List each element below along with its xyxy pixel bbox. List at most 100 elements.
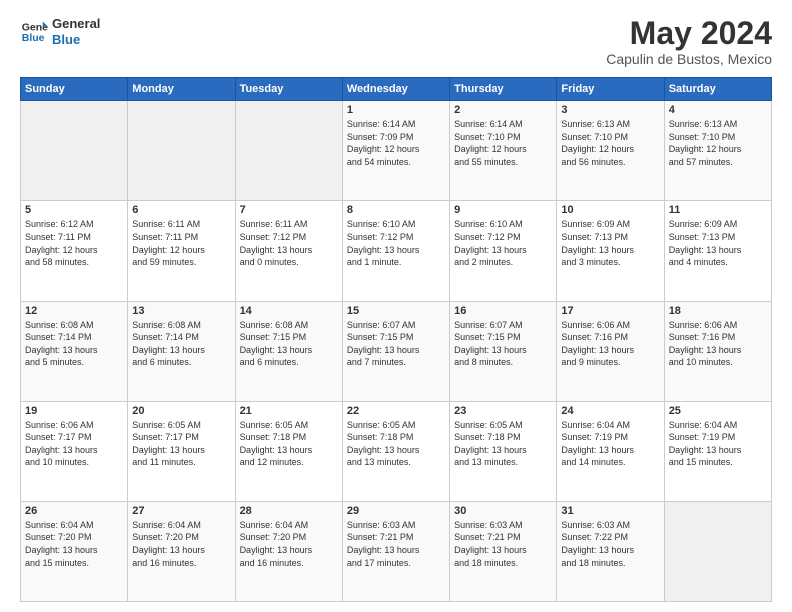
day-number: 17 (561, 305, 659, 317)
day-info: Sunrise: 6:12 AM Sunset: 7:11 PM Dayligh… (25, 218, 123, 268)
day-cell: 31 Sunrise: 6:03 AM Sunset: 7:22 PM Dayli… (557, 501, 664, 601)
day-number: 18 (669, 305, 767, 317)
day-number: 26 (25, 505, 123, 517)
day-cell: 4Sunrise: 6:13 AM Sunset: 7:10 PM Daylig… (664, 101, 771, 201)
day-cell: 10 Sunrise: 6:09 AM Sunset: 7:13 PM Dayli… (557, 201, 664, 301)
day-info: Sunrise: 6:13 AM Sunset: 7:10 PM Dayligh… (561, 118, 659, 168)
day-number: 24 (561, 405, 659, 417)
day-info: Sunrise: 6:10 AM Sunset: 7:12 PM Dayligh… (347, 218, 445, 268)
day-info: Sunrise: 6:06 AM Sunset: 7:16 PM Dayligh… (561, 319, 659, 369)
day-info: Sunrise: 6:04 AM Sunset: 7:20 PM Dayligh… (240, 519, 338, 569)
logo-general: General (52, 16, 100, 32)
day-number: 14 (240, 305, 338, 317)
day-info: Sunrise: 6:03 AM Sunset: 7:21 PM Dayligh… (454, 519, 552, 569)
day-cell: 24Sunrise: 6:04 AM Sunset: 7:19 PM Dayli… (557, 401, 664, 501)
day-number: 7 (240, 204, 338, 216)
page: General Blue General Blue May 2024 Capul… (0, 0, 792, 612)
header-day-tuesday: Tuesday (235, 78, 342, 101)
day-number: 10 (561, 204, 659, 216)
day-number: 13 (132, 305, 230, 317)
day-info: Sunrise: 6:11 AM Sunset: 7:12 PM Dayligh… (240, 218, 338, 268)
day-cell: 18 Sunrise: 6:06 AM Sunset: 7:16 PM Dayli… (664, 301, 771, 401)
day-number: 6 (132, 204, 230, 216)
day-info: Sunrise: 6:03 AM Sunset: 7:21 PM Dayligh… (347, 519, 445, 569)
day-cell: 16Sunrise: 6:07 AM Sunset: 7:15 PM Dayli… (450, 301, 557, 401)
day-number: 2 (454, 104, 552, 116)
day-cell (235, 101, 342, 201)
day-cell: 28 Sunrise: 6:04 AM Sunset: 7:20 PM Dayli… (235, 501, 342, 601)
day-info: Sunrise: 6:08 AM Sunset: 7:14 PM Dayligh… (25, 319, 123, 369)
day-number: 9 (454, 204, 552, 216)
main-title: May 2024 (606, 16, 772, 51)
header-day-thursday: Thursday (450, 78, 557, 101)
day-cell: 29 Sunrise: 6:03 AM Sunset: 7:21 PM Dayli… (342, 501, 449, 601)
svg-text:Blue: Blue (22, 31, 45, 43)
day-cell: 23Sunrise: 6:05 AM Sunset: 7:18 PM Dayli… (450, 401, 557, 501)
title-area: May 2024 Capulin de Bustos, Mexico (606, 16, 772, 67)
day-number: 5 (25, 204, 123, 216)
day-number: 30 (454, 505, 552, 517)
day-info: Sunrise: 6:05 AM Sunset: 7:18 PM Dayligh… (347, 419, 445, 469)
day-number: 1 (347, 104, 445, 116)
day-info: Sunrise: 6:10 AM Sunset: 7:12 PM Dayligh… (454, 218, 552, 268)
day-number: 27 (132, 505, 230, 517)
day-cell: 15 Sunrise: 6:07 AM Sunset: 7:15 PM Dayli… (342, 301, 449, 401)
day-number: 22 (347, 405, 445, 417)
day-number: 31 (561, 505, 659, 517)
day-number: 19 (25, 405, 123, 417)
day-cell: 30 Sunrise: 6:03 AM Sunset: 7:21 PM Dayli… (450, 501, 557, 601)
day-info: Sunrise: 6:07 AM Sunset: 7:15 PM Dayligh… (347, 319, 445, 369)
day-cell: 20 Sunrise: 6:05 AM Sunset: 7:17 PM Dayli… (128, 401, 235, 501)
calendar-table: SundayMondayTuesdayWednesdayThursdayFrid… (20, 77, 772, 602)
day-cell: 14 Sunrise: 6:08 AM Sunset: 7:15 PM Dayli… (235, 301, 342, 401)
day-info: Sunrise: 6:09 AM Sunset: 7:13 PM Dayligh… (669, 218, 767, 268)
day-info: Sunrise: 6:04 AM Sunset: 7:20 PM Dayligh… (25, 519, 123, 569)
header: General Blue General Blue May 2024 Capul… (20, 16, 772, 67)
day-cell: 6Sunrise: 6:11 AM Sunset: 7:11 PM Daylig… (128, 201, 235, 301)
day-number: 28 (240, 505, 338, 517)
week-row-3: 12 Sunrise: 6:08 AM Sunset: 7:14 PM Dayli… (21, 301, 772, 401)
week-row-1: 1Sunrise: 6:14 AM Sunset: 7:09 PM Daylig… (21, 101, 772, 201)
day-number: 15 (347, 305, 445, 317)
day-number: 8 (347, 204, 445, 216)
week-row-2: 5 Sunrise: 6:12 AM Sunset: 7:11 PM Daylig… (21, 201, 772, 301)
day-info: Sunrise: 6:06 AM Sunset: 7:16 PM Dayligh… (669, 319, 767, 369)
header-day-monday: Monday (128, 78, 235, 101)
day-cell: 13Sunrise: 6:08 AM Sunset: 7:14 PM Dayli… (128, 301, 235, 401)
header-day-friday: Friday (557, 78, 664, 101)
day-cell (664, 501, 771, 601)
day-cell: 27Sunrise: 6:04 AM Sunset: 7:20 PM Dayli… (128, 501, 235, 601)
day-cell: 1Sunrise: 6:14 AM Sunset: 7:09 PM Daylig… (342, 101, 449, 201)
day-cell (128, 101, 235, 201)
day-info: Sunrise: 6:07 AM Sunset: 7:15 PM Dayligh… (454, 319, 552, 369)
logo: General Blue General Blue (20, 16, 100, 47)
day-number: 23 (454, 405, 552, 417)
day-number: 11 (669, 204, 767, 216)
day-cell: 25Sunrise: 6:04 AM Sunset: 7:19 PM Dayli… (664, 401, 771, 501)
day-number: 20 (132, 405, 230, 417)
week-row-5: 26 Sunrise: 6:04 AM Sunset: 7:20 PM Dayli… (21, 501, 772, 601)
day-cell: 12 Sunrise: 6:08 AM Sunset: 7:14 PM Dayli… (21, 301, 128, 401)
day-number: 25 (669, 405, 767, 417)
day-cell: 8 Sunrise: 6:10 AM Sunset: 7:12 PM Daylig… (342, 201, 449, 301)
day-cell (21, 101, 128, 201)
day-info: Sunrise: 6:05 AM Sunset: 7:18 PM Dayligh… (240, 419, 338, 469)
day-cell: 21Sunrise: 6:05 AM Sunset: 7:18 PM Dayli… (235, 401, 342, 501)
day-cell: 7 Sunrise: 6:11 AM Sunset: 7:12 PM Daylig… (235, 201, 342, 301)
day-info: Sunrise: 6:13 AM Sunset: 7:10 PM Dayligh… (669, 118, 767, 168)
week-row-4: 19 Sunrise: 6:06 AM Sunset: 7:17 PM Dayli… (21, 401, 772, 501)
day-info: Sunrise: 6:14 AM Sunset: 7:10 PM Dayligh… (454, 118, 552, 168)
header-day-saturday: Saturday (664, 78, 771, 101)
day-info: Sunrise: 6:08 AM Sunset: 7:15 PM Dayligh… (240, 319, 338, 369)
day-cell: 22 Sunrise: 6:05 AM Sunset: 7:18 PM Dayli… (342, 401, 449, 501)
day-info: Sunrise: 6:05 AM Sunset: 7:17 PM Dayligh… (132, 419, 230, 469)
day-number: 29 (347, 505, 445, 517)
logo-icon: General Blue (20, 18, 48, 46)
day-info: Sunrise: 6:09 AM Sunset: 7:13 PM Dayligh… (561, 218, 659, 268)
day-cell: 11 Sunrise: 6:09 AM Sunset: 7:13 PM Dayli… (664, 201, 771, 301)
header-day-wednesday: Wednesday (342, 78, 449, 101)
day-info: Sunrise: 6:06 AM Sunset: 7:17 PM Dayligh… (25, 419, 123, 469)
day-cell: 19 Sunrise: 6:06 AM Sunset: 7:17 PM Dayli… (21, 401, 128, 501)
day-info: Sunrise: 6:03 AM Sunset: 7:22 PM Dayligh… (561, 519, 659, 569)
day-number: 12 (25, 305, 123, 317)
